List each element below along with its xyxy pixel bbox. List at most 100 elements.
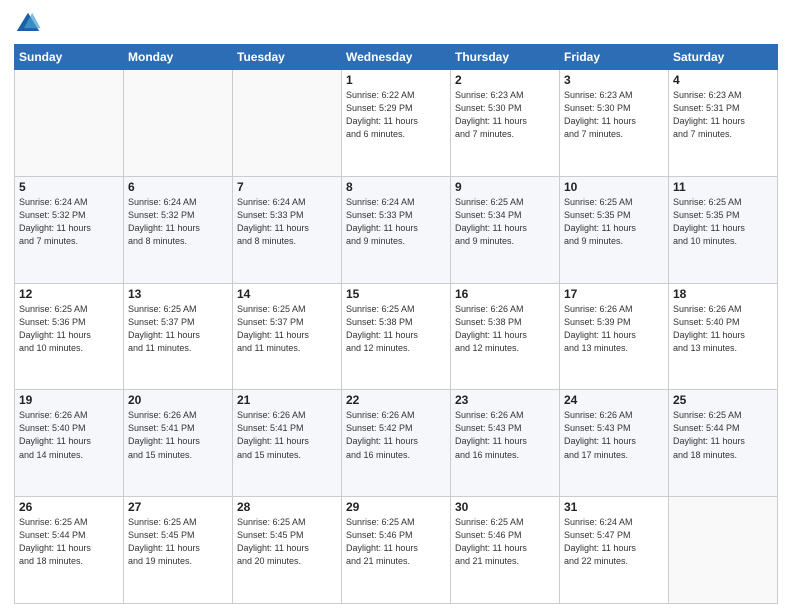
day-info: Sunrise: 6:25 AM Sunset: 5:38 PM Dayligh… <box>346 303 446 355</box>
header-cell-monday: Monday <box>124 45 233 70</box>
logo <box>14 10 46 38</box>
day-number: 13 <box>128 287 228 301</box>
day-number: 1 <box>346 73 446 87</box>
day-number: 19 <box>19 393 119 407</box>
day-info: Sunrise: 6:24 AM Sunset: 5:47 PM Dayligh… <box>564 516 664 568</box>
day-cell: 19 Sunrise: 6:26 AM Sunset: 5:40 PM Dayli… <box>15 390 124 497</box>
day-cell: 26 Sunrise: 6:25 AM Sunset: 5:44 PM Dayli… <box>15 497 124 604</box>
day-cell: 6 Sunrise: 6:24 AM Sunset: 5:32 PM Daylig… <box>124 176 233 283</box>
day-info: Sunrise: 6:25 AM Sunset: 5:35 PM Dayligh… <box>673 196 773 248</box>
logo-icon <box>14 10 42 38</box>
day-number: 22 <box>346 393 446 407</box>
day-info: Sunrise: 6:26 AM Sunset: 5:41 PM Dayligh… <box>237 409 337 461</box>
day-number: 7 <box>237 180 337 194</box>
header-cell-sunday: Sunday <box>15 45 124 70</box>
day-info: Sunrise: 6:24 AM Sunset: 5:32 PM Dayligh… <box>128 196 228 248</box>
day-info: Sunrise: 6:22 AM Sunset: 5:29 PM Dayligh… <box>346 89 446 141</box>
day-cell: 22Sunrise: 6:26 AM Sunset: 5:42 PM Dayli… <box>342 390 451 497</box>
day-number: 8 <box>346 180 446 194</box>
day-number: 21 <box>237 393 337 407</box>
day-info: Sunrise: 6:25 AM Sunset: 5:37 PM Dayligh… <box>128 303 228 355</box>
day-info: Sunrise: 6:24 AM Sunset: 5:32 PM Dayligh… <box>19 196 119 248</box>
day-cell: 11 Sunrise: 6:25 AM Sunset: 5:35 PM Dayli… <box>669 176 778 283</box>
day-number: 26 <box>19 500 119 514</box>
day-info: Sunrise: 6:25 AM Sunset: 5:44 PM Dayligh… <box>673 409 773 461</box>
day-number: 9 <box>455 180 555 194</box>
day-info: Sunrise: 6:25 AM Sunset: 5:46 PM Dayligh… <box>346 516 446 568</box>
day-cell: 15 Sunrise: 6:25 AM Sunset: 5:38 PM Dayli… <box>342 283 451 390</box>
day-info: Sunrise: 6:26 AM Sunset: 5:43 PM Dayligh… <box>455 409 555 461</box>
header-cell-tuesday: Tuesday <box>233 45 342 70</box>
day-number: 4 <box>673 73 773 87</box>
day-number: 18 <box>673 287 773 301</box>
day-info: Sunrise: 6:25 AM Sunset: 5:46 PM Dayligh… <box>455 516 555 568</box>
day-cell: 31 Sunrise: 6:24 AM Sunset: 5:47 PM Dayli… <box>560 497 669 604</box>
day-number: 24 <box>564 393 664 407</box>
day-number: 27 <box>128 500 228 514</box>
day-number: 25 <box>673 393 773 407</box>
day-cell: 20 Sunrise: 6:26 AM Sunset: 5:41 PM Dayli… <box>124 390 233 497</box>
day-info: Sunrise: 6:25 AM Sunset: 5:45 PM Dayligh… <box>237 516 337 568</box>
day-info: Sunrise: 6:25 AM Sunset: 5:44 PM Dayligh… <box>19 516 119 568</box>
week-row-5: 26 Sunrise: 6:25 AM Sunset: 5:44 PM Dayli… <box>15 497 778 604</box>
day-info: Sunrise: 6:26 AM Sunset: 5:38 PM Dayligh… <box>455 303 555 355</box>
calendar-header: SundayMondayTuesdayWednesdayThursdayFrid… <box>15 45 778 70</box>
day-info: Sunrise: 6:26 AM Sunset: 5:40 PM Dayligh… <box>673 303 773 355</box>
day-number: 12 <box>19 287 119 301</box>
day-cell: 13 Sunrise: 6:25 AM Sunset: 5:37 PM Dayli… <box>124 283 233 390</box>
day-info: Sunrise: 6:25 AM Sunset: 5:36 PM Dayligh… <box>19 303 119 355</box>
calendar-table: SundayMondayTuesdayWednesdayThursdayFrid… <box>14 44 778 604</box>
day-number: 20 <box>128 393 228 407</box>
week-row-4: 19 Sunrise: 6:26 AM Sunset: 5:40 PM Dayli… <box>15 390 778 497</box>
day-cell: 1 Sunrise: 6:22 AM Sunset: 5:29 PM Daylig… <box>342 70 451 177</box>
day-cell: 21 Sunrise: 6:26 AM Sunset: 5:41 PM Dayli… <box>233 390 342 497</box>
header-cell-saturday: Saturday <box>669 45 778 70</box>
header-cell-thursday: Thursday <box>451 45 560 70</box>
header <box>14 10 778 38</box>
week-row-2: 5 Sunrise: 6:24 AM Sunset: 5:32 PM Daylig… <box>15 176 778 283</box>
day-cell <box>124 70 233 177</box>
calendar-body: 1 Sunrise: 6:22 AM Sunset: 5:29 PM Daylig… <box>15 70 778 604</box>
day-cell: 8 Sunrise: 6:24 AM Sunset: 5:33 PM Daylig… <box>342 176 451 283</box>
page: SundayMondayTuesdayWednesdayThursdayFrid… <box>0 0 792 612</box>
day-cell <box>669 497 778 604</box>
day-info: Sunrise: 6:24 AM Sunset: 5:33 PM Dayligh… <box>237 196 337 248</box>
day-cell: 29 Sunrise: 6:25 AM Sunset: 5:46 PM Dayli… <box>342 497 451 604</box>
day-cell: 4 Sunrise: 6:23 AM Sunset: 5:31 PM Daylig… <box>669 70 778 177</box>
day-cell: 30 Sunrise: 6:25 AM Sunset: 5:46 PM Dayli… <box>451 497 560 604</box>
day-number: 2 <box>455 73 555 87</box>
day-number: 5 <box>19 180 119 194</box>
day-cell <box>233 70 342 177</box>
day-number: 15 <box>346 287 446 301</box>
day-number: 11 <box>673 180 773 194</box>
day-number: 31 <box>564 500 664 514</box>
header-cell-friday: Friday <box>560 45 669 70</box>
day-cell: 12 Sunrise: 6:25 AM Sunset: 5:36 PM Dayli… <box>15 283 124 390</box>
day-cell: 25 Sunrise: 6:25 AM Sunset: 5:44 PM Dayli… <box>669 390 778 497</box>
day-number: 6 <box>128 180 228 194</box>
day-cell: 27 Sunrise: 6:25 AM Sunset: 5:45 PM Dayli… <box>124 497 233 604</box>
day-cell: 24 Sunrise: 6:26 AM Sunset: 5:43 PM Dayli… <box>560 390 669 497</box>
day-cell: 2Sunrise: 6:23 AM Sunset: 5:30 PM Daylig… <box>451 70 560 177</box>
day-cell: 10 Sunrise: 6:25 AM Sunset: 5:35 PM Dayli… <box>560 176 669 283</box>
week-row-3: 12 Sunrise: 6:25 AM Sunset: 5:36 PM Dayli… <box>15 283 778 390</box>
day-info: Sunrise: 6:26 AM Sunset: 5:43 PM Dayligh… <box>564 409 664 461</box>
day-cell: 7 Sunrise: 6:24 AM Sunset: 5:33 PM Daylig… <box>233 176 342 283</box>
day-info: Sunrise: 6:25 AM Sunset: 5:45 PM Dayligh… <box>128 516 228 568</box>
day-number: 23 <box>455 393 555 407</box>
day-number: 17 <box>564 287 664 301</box>
day-cell: 3Sunrise: 6:23 AM Sunset: 5:30 PM Daylig… <box>560 70 669 177</box>
header-row: SundayMondayTuesdayWednesdayThursdayFrid… <box>15 45 778 70</box>
day-info: Sunrise: 6:25 AM Sunset: 5:37 PM Dayligh… <box>237 303 337 355</box>
day-info: Sunrise: 6:23 AM Sunset: 5:31 PM Dayligh… <box>673 89 773 141</box>
day-info: Sunrise: 6:26 AM Sunset: 5:39 PM Dayligh… <box>564 303 664 355</box>
day-info: Sunrise: 6:24 AM Sunset: 5:33 PM Dayligh… <box>346 196 446 248</box>
day-number: 30 <box>455 500 555 514</box>
day-info: Sunrise: 6:25 AM Sunset: 5:35 PM Dayligh… <box>564 196 664 248</box>
day-info: Sunrise: 6:26 AM Sunset: 5:41 PM Dayligh… <box>128 409 228 461</box>
day-number: 10 <box>564 180 664 194</box>
day-info: Sunrise: 6:26 AM Sunset: 5:40 PM Dayligh… <box>19 409 119 461</box>
day-info: Sunrise: 6:23 AM Sunset: 5:30 PM Dayligh… <box>564 89 664 141</box>
day-cell: 23 Sunrise: 6:26 AM Sunset: 5:43 PM Dayli… <box>451 390 560 497</box>
day-number: 29 <box>346 500 446 514</box>
